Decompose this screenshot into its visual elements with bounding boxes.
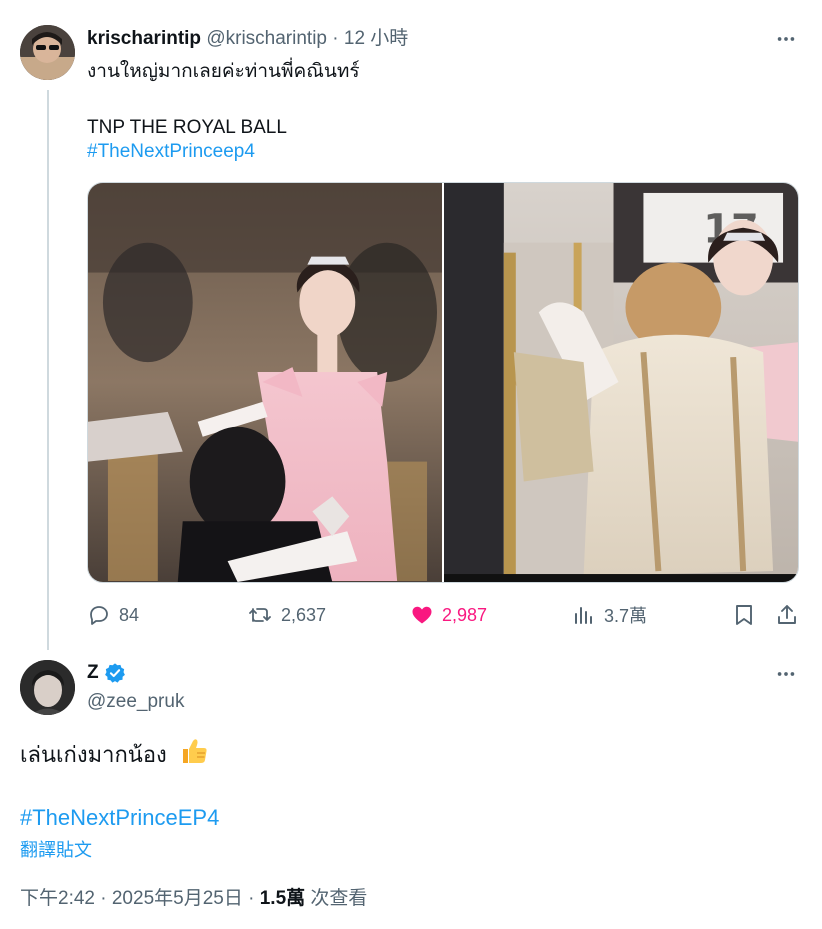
analytics-icon [575,607,592,624]
retweet-count: 2,637 [281,604,327,625]
retweet-button[interactable]: 2,637 [247,600,326,630]
views-count: 3.7萬 [604,606,648,626]
bookmark-icon [736,605,752,625]
like-button[interactable]: 2,987 [410,600,487,630]
tweet-meta: 下午2:42 · 2025年5月25日 · 1.5萬 次查看 [20,886,367,912]
like-count: 2,987 [442,604,488,625]
hashtag-link[interactable]: #TheNextPrinceep4 [87,140,787,164]
reply-text: เล่นเก่งมากน้อง [20,736,209,774]
tweet-header: krischarintip @krischarintip · 12 小時 [87,27,408,51]
comment-icon [90,606,108,625]
retweet-icon [249,608,271,622]
avatar-krischarintip[interactable] [20,25,75,80]
display-name[interactable]: Z [87,661,99,685]
reply-count: 84 [119,604,140,625]
display-name-row: Z [87,661,126,685]
tweet-text: งานใหญ่มากเลยค่ะท่านพี่คณินทร์ TNP THE R… [87,60,787,164]
tweet-text-line: TNP THE ROYAL BALL [87,117,287,138]
views-button[interactable]: 3.7萬 [572,600,647,630]
views-label: 次查看 [305,888,368,909]
user-handle[interactable]: @krischarintip [206,28,327,49]
share-icon [778,605,796,624]
tweet-action-bar: 84 2,637 2,987 3.7萬 [87,600,799,630]
media-photo-1[interactable] [88,183,442,582]
more-horizontal-icon [777,37,795,41]
share-button[interactable] [775,600,799,630]
views-count: 1.5萬 [259,888,306,909]
tweet-media-grid: 17 [87,182,799,583]
timestamp[interactable]: 下午2:42 · 2025年5月25日 · [20,888,260,909]
reply-button[interactable]: 84 [87,600,139,630]
heart-filled-icon [412,606,432,624]
display-name[interactable]: krischarintip [87,28,201,49]
media-photo-2[interactable]: 17 [444,183,798,582]
avatar-zee-pruk[interactable] [20,660,75,715]
more-horizontal-icon [777,672,795,676]
more-options-button[interactable] [774,27,798,51]
verified-badge-icon [104,662,126,684]
thread-connector-line [47,90,49,650]
separator-dot: · [332,28,339,49]
bookmark-button[interactable] [733,600,755,630]
more-options-button[interactable] [774,662,798,686]
reply-text-content: เล่นเก่งมากน้อง [20,742,167,767]
translate-post-link[interactable]: 翻譯貼文 [20,838,92,862]
tweet-text-line: งานใหญ่มากเลยค่ะท่านพี่คณินทร์ [87,61,360,82]
hashtag-link[interactable]: #TheNextPrinceEP4 [20,803,219,833]
user-handle[interactable]: @zee_pruk [87,690,184,714]
tweet-time[interactable]: 12 小時 [344,28,408,49]
thumbs-up-emoji-icon [179,736,209,774]
